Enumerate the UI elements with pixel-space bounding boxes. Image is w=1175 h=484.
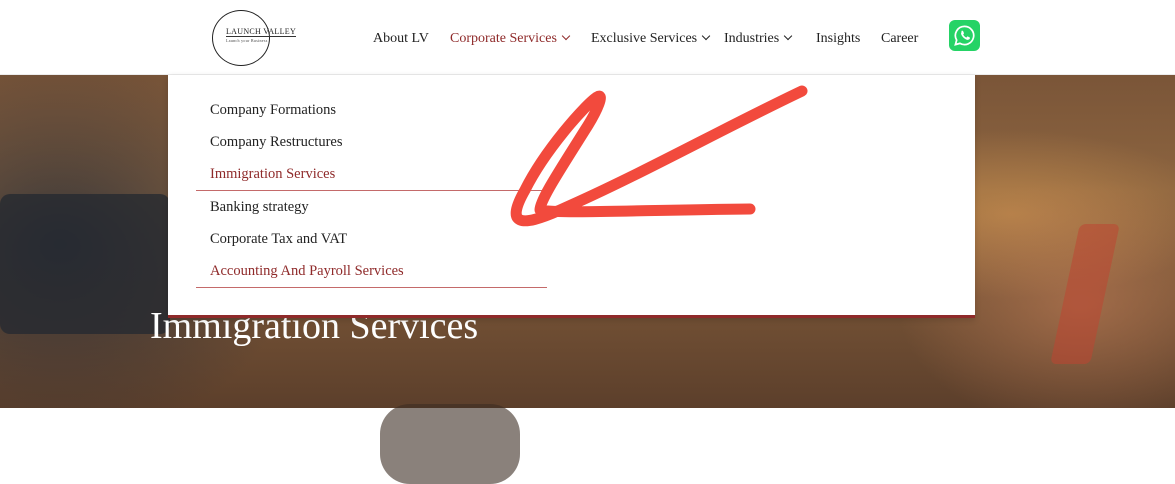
hero-suitcase-shape: [0, 194, 170, 334]
nav-corporate-services[interactable]: Corporate Services: [450, 31, 571, 47]
dropdown-item-banking-strategy[interactable]: Banking strategy: [210, 199, 309, 216]
dropdown-item-company-formations[interactable]: Company Formations: [210, 102, 336, 119]
site-header: LAUNCH VALLEY Launch your Business About…: [0, 0, 1175, 75]
main-nav: About LV Corporate Services Exclusive Se…: [0, 0, 1175, 74]
dropdown-item-immigration-services[interactable]: Immigration Services: [210, 166, 335, 183]
dropdown-item-underline: [196, 190, 547, 191]
nav-exclusive-services-label: Exclusive Services: [591, 31, 698, 46]
chevron-down-icon: [561, 31, 571, 41]
hero-plane-shape: [1050, 224, 1120, 364]
dropdown-item-underline: [196, 287, 547, 288]
nav-industries-label: Industries: [724, 31, 780, 46]
whatsapp-icon: [954, 25, 975, 46]
nav-career[interactable]: Career: [881, 31, 918, 47]
dropdown-item-accounting-payroll[interactable]: Accounting And Payroll Services: [210, 263, 404, 280]
nav-corporate-services-label: Corporate Services: [450, 31, 557, 46]
whatsapp-button[interactable]: [949, 20, 980, 51]
nav-about-lv[interactable]: About LV: [373, 31, 429, 47]
hero-bag-shape: [380, 404, 520, 484]
nav-insights-label: Insights: [816, 31, 861, 46]
chevron-down-icon: [701, 31, 711, 41]
nav-career-label: Career: [881, 31, 919, 46]
nav-insights[interactable]: Insights: [816, 31, 860, 47]
nav-about-lv-label: About LV: [373, 31, 429, 46]
chevron-down-icon: [783, 31, 793, 41]
dropdown-item-corporate-tax-vat[interactable]: Corporate Tax and VAT: [210, 231, 347, 248]
nav-industries[interactable]: Industries: [724, 31, 793, 47]
nav-exclusive-services[interactable]: Exclusive Services: [591, 31, 711, 47]
corporate-services-dropdown: Company Formations Company Restructures …: [168, 75, 975, 318]
dropdown-item-company-restructures[interactable]: Company Restructures: [210, 134, 343, 151]
